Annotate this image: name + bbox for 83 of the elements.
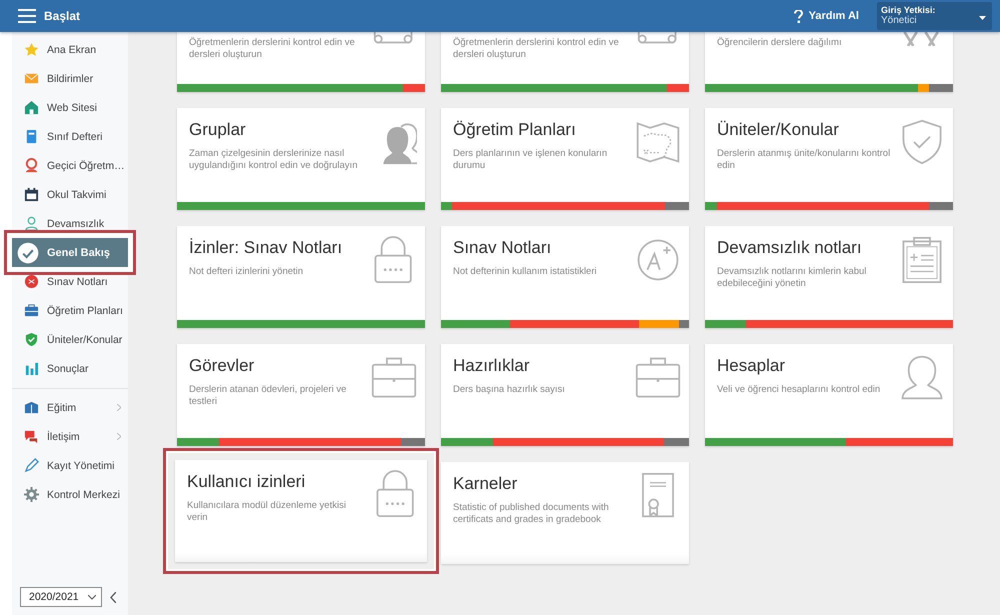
sidebar-item[interactable]: Sonuçlar [12,354,128,383]
card-title: Hazırlıklar [453,356,530,376]
sidebar-item[interactable]: Web Sitesi [12,93,128,122]
role-select[interactable]: Giriş Yetkisi: Yönetici [877,2,992,30]
module-card[interactable]: Öğretmenlerin derslerini kontrol edin ve dersleri oluşturun [177,32,425,92]
module-card[interactable]: Hazırlıklar Ders başına hazırlık sayısı [441,344,689,446]
year-select[interactable]: 2020/2021 [20,587,102,607]
card-description: Kullanıcılara modül düzenleme yetkisi verin [187,500,347,524]
sidebar-icon [24,487,39,502]
module-card[interactable]: Devamsızlık notları Devamsızlık notlarını kimlerin kabul edebileceğini yönetin [705,226,953,328]
module-card[interactable]: Sınav Notları Not defterinin kullanım istatistikleri [441,226,689,328]
sidebar-item[interactable]: Sınav Notları [12,267,128,296]
sidebar-icon [24,332,39,347]
sidebar-icon [24,71,39,86]
card-title: Karneler [453,474,518,494]
sidebar-item[interactable]: İletişim [12,422,128,451]
sidebar-item[interactable]: Kayıt Yönetimi [12,451,128,480]
sidebar-icon [24,361,39,376]
sidebar-icon [24,129,39,144]
sidebar-item[interactable]: Genel Bakış [12,238,128,267]
sidebar-item[interactable]: Geçici Öğretm… [12,151,128,180]
caret-icon [979,16,986,20]
sidebar-icon [24,100,39,115]
module-card[interactable]: Üniteler/Konular Derslerin atanmış ünite/konularını kontrol edin [705,108,953,210]
card-title: Üniteler/Konular [717,120,839,140]
sidebar-icon [24,400,39,415]
module-card[interactable]: Öğretmenlerin derslerini kontrol edin ve dersleri oluşturun [441,32,689,92]
sidebar-icon [24,274,39,289]
card-description: Statistic of published documents with certificats and grades in gradebook [453,502,610,526]
sidebar-icon [24,429,39,444]
sidebar-icon [24,42,39,57]
module-card[interactable]: Öğretim Planları Ders planlarının ve işlenen konuların durumu [441,108,689,210]
role-value: Yönetici [881,15,917,26]
card-title: İzinler: Sınav Notları [189,238,342,258]
collapse-icon[interactable] [110,592,116,602]
card-description: Öğretmenlerin derslerini kontrol edin ve dersleri oluşturun [453,37,620,61]
card-title: Gruplar [189,120,246,140]
card-description: Zaman çizelgesinin derslerinize nasıl uygulandığını kontrol edin ve doğrulayın [189,148,358,172]
chevron-down-icon [88,595,96,600]
menu-icon[interactable] [18,9,36,23]
sidebar-item[interactable]: Okul Takvimi [12,180,128,209]
sidebar-icon [24,216,39,231]
card-description: Ders planlarının ve işlenen konuların durumu [453,148,608,172]
card-description: Öğretmenlerin derslerini kontrol edin ve dersleri oluşturun [189,37,356,61]
card-description: Devamsızlık notlarını kimlerin kabul edebileceğini yönetin [717,266,868,290]
card-title: Görevler [189,356,254,376]
card-description: Derslerin atanmış ünite/konularını kontrol edin [717,148,892,172]
help-link[interactable]: Yardım Al [794,10,859,22]
card-description: Not defterinin kullanım istatistikleri [453,266,598,278]
module-card[interactable]: Hesaplar Veli ve öğrenci hesaplarını kontrol edin [705,344,953,446]
module-card[interactable]: Gruplar Zaman çizelgesinin derslerinize nasıl uygulandığını kontrol edin ve doğrulayın [177,108,425,210]
card-description: Derslerin atanan ödevleri, projeleri ve testleri [189,384,348,408]
sidebar-item[interactable]: Kontrol Merkezi [12,480,128,509]
sidebar-item[interactable]: Eğitim [12,393,128,422]
card-icon [899,354,945,402]
card-title: Öğretim Planları [453,120,576,140]
sidebar-item[interactable]: Sınıf Defteri [12,122,128,151]
role-label: Giriş Yetkisi: [881,5,936,15]
card-description: Ders başına hazırlık sayısı [453,384,566,396]
module-card[interactable]: Karneler Statistic of published documents with certificats and grades in gradebook [441,462,689,564]
card-title: Devamsızlık notları [717,238,862,258]
card-description: Not defteri izinlerini yönetin [189,266,304,278]
sidebar-icon [24,458,39,473]
sidebar-icon [17,242,39,264]
card-description: Öğrencilerin derslere dağılımı [717,37,843,49]
sidebar-icon [24,187,39,202]
help-icon [794,10,803,22]
card-title: Hesaplar [717,356,786,376]
module-card[interactable]: Kullanıcı izinleri Kullanıcılara modül düzenleme yetkisi verin [175,460,427,562]
sidebar-icon [24,303,39,318]
card-title: Sınav Notları [453,238,552,258]
card-title: Kullanıcı izinleri [187,472,306,492]
sidebar-icon [24,158,39,173]
sidebar-item[interactable]: Öğretim Planları [12,296,128,325]
menu-label[interactable]: Başlat [44,9,80,23]
sidebar-item[interactable]: Ana Ekran [12,35,128,64]
sidebar-item[interactable]: Üniteler/Konular [12,325,128,354]
sidebar-item[interactable]: Bildirimler [12,64,128,93]
card-description: Veli ve öğrenci hesaplarını kontrol edin [717,384,882,396]
module-card[interactable]: Görevler Derslerin atanan ödevleri, projeleri ve testleri [177,344,425,446]
sidebar-item[interactable]: Devamsızlık [12,209,128,238]
module-card[interactable]: Öğrencilerin derslere dağılımı [705,32,953,92]
module-card[interactable]: İzinler: Sınav Notları Not defteri izinlerini yönetin [177,226,425,328]
